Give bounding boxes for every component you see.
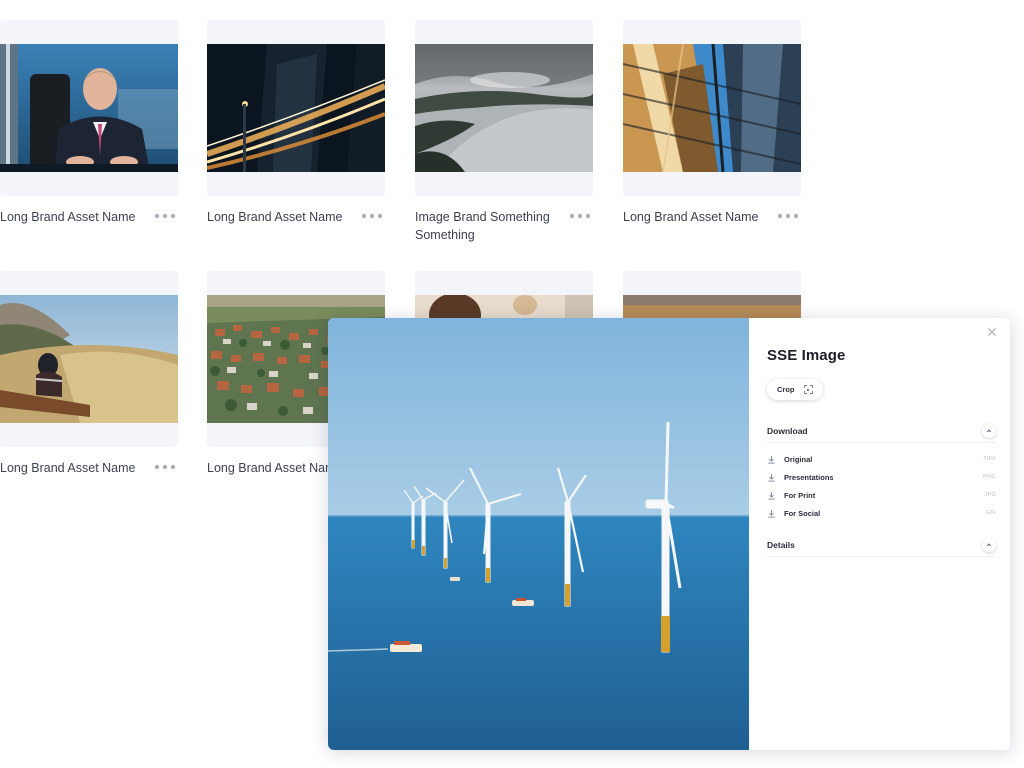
asset-name: Long Brand Asset Name	[0, 461, 136, 475]
asset-name: Long Brand Asset Name	[0, 210, 136, 224]
download-option-label: For Print	[784, 490, 816, 500]
more-horizontal-icon[interactable]	[154, 459, 176, 475]
details-section-header[interactable]: Details	[767, 533, 996, 557]
asset-image-lake-aerial	[415, 44, 593, 172]
details-section-title: Details	[767, 539, 795, 550]
file-format-label: GIF	[985, 510, 996, 516]
asset-name: Long Brand Asset Name	[207, 461, 343, 475]
more-horizontal-icon[interactable]	[569, 208, 591, 224]
download-option-print[interactable]: For Print JPG	[767, 486, 996, 504]
asset-thumbnail[interactable]	[0, 271, 178, 447]
asset-thumbnail[interactable]	[623, 20, 801, 196]
download-option-presentations[interactable]: Presentations PNG	[767, 468, 996, 486]
download-icon	[768, 509, 775, 518]
more-horizontal-icon[interactable]	[361, 208, 383, 224]
asset-title: SSE Image	[767, 347, 846, 364]
asset-name: Long Brand Asset Name	[207, 210, 343, 224]
asset-image-businessman	[0, 44, 178, 172]
close-icon[interactable]: ✕	[984, 324, 1000, 340]
preview-image-wind-turbines	[328, 318, 749, 750]
asset-detail-panel: ✕ SSE Image Crop Download Original TIFF	[749, 318, 1010, 750]
more-horizontal-icon[interactable]	[777, 208, 799, 224]
file-format-label: PNG	[983, 474, 996, 480]
asset-image-light-trails	[207, 44, 385, 172]
asset-thumbnail[interactable]	[207, 20, 385, 196]
asset-card[interactable]: Long Brand Asset Name	[0, 271, 178, 475]
download-option-label: Original	[784, 454, 813, 464]
download-section-title: Download	[767, 425, 808, 436]
asset-image-glass-building	[623, 44, 801, 172]
asset-thumbnail[interactable]	[415, 20, 593, 196]
download-section-header[interactable]: Download	[767, 419, 996, 443]
asset-name: Image Brand Something Something	[415, 210, 550, 242]
asset-card[interactable]: Long Brand Asset Name	[207, 20, 385, 224]
asset-card[interactable]: Image Brand Something Something	[415, 20, 593, 242]
asset-name: Long Brand Asset Name	[623, 210, 759, 224]
download-option-label: Presentations	[784, 472, 834, 482]
asset-image-hillside	[0, 295, 178, 423]
more-horizontal-icon[interactable]	[154, 208, 176, 224]
asset-preview-modal: ✕ SSE Image Crop Download Original TIFF	[328, 318, 1010, 750]
download-icon	[768, 473, 775, 482]
file-format-label: JPG	[984, 492, 996, 498]
asset-thumbnail[interactable]	[0, 20, 178, 196]
download-options-list: Original TIFF Presentations PNG For Prin…	[767, 450, 996, 522]
download-icon	[768, 491, 775, 500]
file-format-label: TIFF	[983, 456, 996, 462]
download-icon	[768, 455, 775, 464]
asset-card[interactable]: Long Brand Asset Name	[0, 20, 178, 224]
download-option-original[interactable]: Original TIFF	[767, 450, 996, 468]
crop-button[interactable]: Crop	[767, 379, 823, 400]
crop-icon	[803, 385, 813, 394]
download-option-social[interactable]: For Social GIF	[767, 504, 996, 522]
chevron-up-icon[interactable]	[982, 423, 996, 438]
download-option-label: For Social	[784, 508, 821, 518]
crop-label: Crop	[777, 385, 795, 394]
asset-card[interactable]: Long Brand Asset Name	[623, 20, 801, 224]
chevron-up-icon[interactable]	[982, 537, 996, 552]
